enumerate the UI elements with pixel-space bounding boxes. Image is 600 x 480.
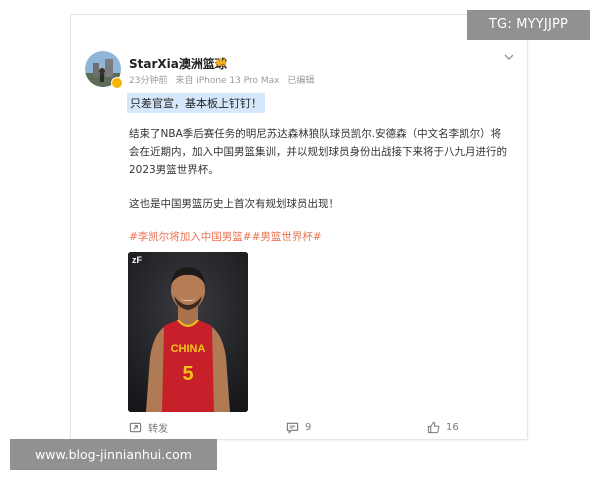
paragraph-line-3: 2023男篮世界杯。 — [129, 164, 219, 176]
tg-watermark: TG: MYYJJPP — [467, 10, 590, 40]
post-image[interactable]: CHINA 5 zF — [128, 252, 248, 412]
chevron-down-icon[interactable] — [501, 49, 517, 65]
weibo-post-card: StarXia澳洲篮球 23分钟前 来自 iPhone 13 Pro Max 已… — [70, 14, 528, 440]
edited-label[interactable]: 已编辑 — [287, 76, 314, 86]
like-count: 16 — [446, 421, 459, 433]
repost-label: 转发 — [148, 423, 168, 435]
repost-button[interactable]: 转发 — [129, 417, 168, 437]
paragraph-2: 这也是中国男篮历史上首次有规划球员出现！ — [129, 198, 339, 210]
site-watermark: www.blog-jinnianhui.com — [10, 439, 217, 470]
verified-badge-icon — [111, 77, 123, 89]
paragraph-line-2: 会在近期内，加入中国男篮集训，并以规划球员身份出战接下来将于八九月进行的 — [129, 146, 507, 158]
post-time[interactable]: 23分钟前 — [129, 76, 167, 86]
like-button[interactable]: 16 — [427, 417, 459, 437]
hashtag-links[interactable]: #李凯尔将加入中国男篮##男篮世界杯# — [129, 229, 322, 244]
like-icon — [427, 421, 440, 433]
paragraph-line-1: 结束了NBA季后赛任务的明尼苏达森林狼队球员凯尔.安德森（中文名李凯尔）将 — [129, 128, 502, 140]
action-bar: 转发 9 16 — [71, 417, 527, 437]
post-meta: 23分钟前 来自 iPhone 13 Pro Max 已编辑 — [129, 73, 319, 86]
jersey-number: 5 — [182, 363, 193, 385]
comment-button[interactable]: 9 — [286, 417, 311, 437]
jersey-text: CHINA — [171, 343, 206, 355]
crown-icon — [216, 57, 226, 66]
repost-icon — [129, 422, 142, 432]
comment-count: 9 — [305, 421, 312, 433]
highlighted-text: 只差官宣，基本板上钉钉！ — [127, 93, 265, 113]
comment-icon — [286, 422, 299, 434]
username[interactable]: StarXia澳洲篮球 — [129, 55, 227, 72]
post-source: 来自 iPhone 13 Pro Max — [175, 76, 280, 86]
image-corner-text: zF — [132, 255, 143, 265]
